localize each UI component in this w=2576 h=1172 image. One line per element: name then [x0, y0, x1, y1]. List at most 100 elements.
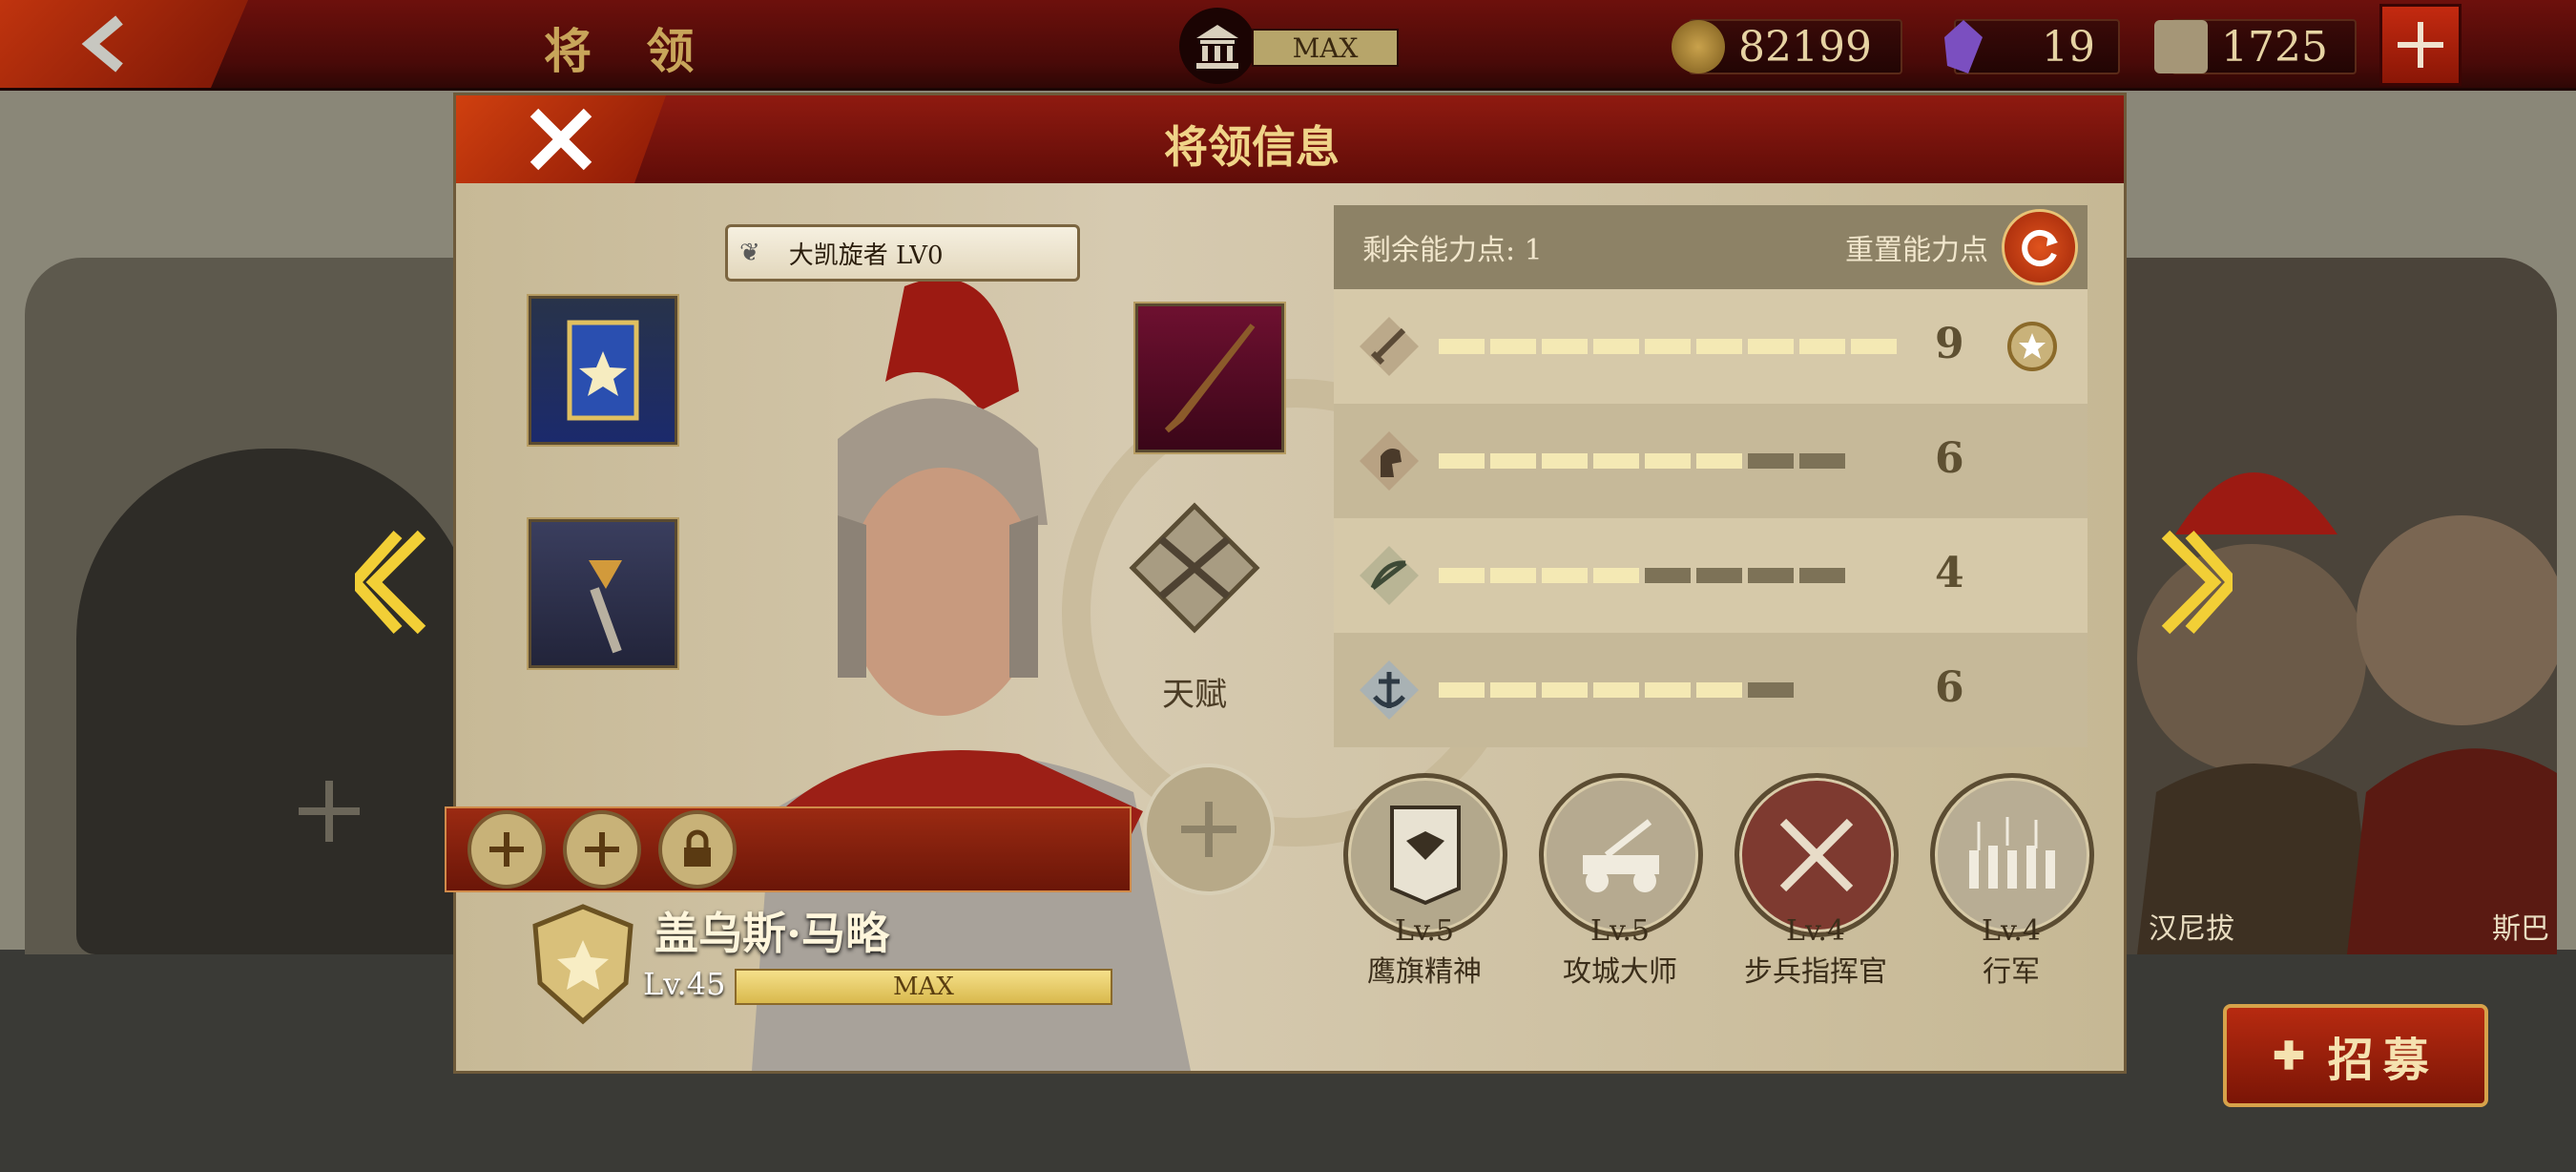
stat-segment	[1490, 339, 1536, 354]
stat-segment	[1593, 568, 1639, 583]
add-hero-icon[interactable]	[291, 773, 367, 853]
skill-march[interactable]: Lv.4 行军	[1930, 773, 2094, 990]
stat-row-archery: 4	[1334, 518, 2088, 633]
hero-name-hannibal[interactable]: 汉尼拔	[2149, 905, 2234, 947]
skill-level: Lv.4	[1982, 914, 2041, 948]
stat-segment	[1851, 339, 1897, 354]
stat-segment	[1645, 682, 1691, 698]
stat-segment	[1748, 453, 1794, 469]
rank-shield-icon	[530, 902, 635, 1026]
hero-level: Lv.45	[643, 966, 726, 1002]
stat-row-attack: 9	[1334, 289, 2088, 404]
add-resource-button[interactable]	[2379, 4, 2462, 86]
stat-segment	[1645, 568, 1691, 583]
gem-counter: 19	[1944, 19, 2120, 74]
weapon-equipment-slot[interactable]	[1135, 303, 1284, 452]
skill-infantry-commander[interactable]: Lv.4 步兵指挥官	[1735, 773, 1899, 990]
stat-segment	[1799, 339, 1845, 354]
add-skill-button[interactable]	[1143, 764, 1275, 895]
stat-segment	[1542, 453, 1588, 469]
stat-segment	[1542, 682, 1588, 698]
stat-segment	[1748, 682, 1794, 698]
stat-segment	[1593, 453, 1639, 469]
stat-segment	[1593, 339, 1639, 354]
catapult-icon	[1539, 773, 1703, 937]
slot-plus-icon[interactable]	[563, 810, 641, 889]
gem-icon	[1937, 20, 1990, 73]
skill-name: 鹰旗精神	[1367, 955, 1482, 989]
skill-level: Lv.5	[1395, 914, 1454, 948]
dialog-title: 将领信息	[1164, 121, 1340, 173]
stat-segment	[1490, 568, 1536, 583]
close-button[interactable]	[456, 95, 666, 183]
talent-button[interactable]	[1128, 501, 1261, 635]
title-badge[interactable]: ❦ 大凯旋者 LV0	[725, 224, 1080, 282]
stat-segment	[1490, 682, 1536, 698]
slot-plus-icon[interactable]	[467, 810, 546, 889]
building-level-bar: MAX	[1252, 29, 1399, 67]
back-arrow-icon	[81, 15, 123, 73]
spqr-banner-icon	[2154, 20, 2208, 73]
helmet-plus-icon: ✚	[2273, 1033, 2315, 1078]
stat-segment	[1593, 682, 1639, 698]
token-value: 1725	[2221, 22, 2328, 72]
stat-segment	[1490, 453, 1536, 469]
temple-icon	[1179, 8, 1256, 84]
stat-value: 4	[1935, 549, 1964, 597]
stat-segment	[1439, 453, 1485, 469]
skill-eagle-spirit[interactable]: Lv.5 鹰旗精神	[1343, 773, 1507, 990]
hero-name: 盖乌斯·马略	[654, 908, 890, 959]
back-button[interactable]	[0, 0, 248, 88]
banner-equipment-slot[interactable]	[529, 296, 677, 445]
sword-icon	[1353, 310, 1425, 383]
horse-icon	[1353, 425, 1425, 497]
stat-segment	[1696, 568, 1742, 583]
recruit-label: 招募	[2327, 1034, 2439, 1087]
plus-icon	[2398, 22, 2443, 68]
next-hero-arrow-icon[interactable]	[2156, 525, 2241, 639]
skill-siege-master[interactable]: Lv.5 攻城大师	[1539, 773, 1703, 990]
skill-name: 攻城大师	[1563, 955, 1677, 989]
reset-button[interactable]	[2002, 209, 2078, 285]
anchor-icon	[1353, 654, 1425, 726]
hero-name-spartacus[interactable]: 斯巴	[2492, 905, 2549, 947]
stat-segment	[1439, 682, 1485, 698]
stat-row-cavalry: 6	[1334, 404, 2088, 518]
talent-shield-icon	[1129, 502, 1260, 634]
ability-points-row: 剩余能力点: 1 重置能力点	[1334, 205, 2088, 289]
coin-counter: 82199	[1672, 19, 1902, 74]
stat-segment	[1439, 339, 1485, 354]
eagle-scepter-icon	[589, 560, 622, 654]
close-icon	[530, 108, 592, 171]
stat-segment	[1439, 568, 1485, 583]
stat-segment	[1645, 339, 1691, 354]
xp-bar: MAX	[735, 969, 1112, 1005]
stat-bar	[1439, 568, 1845, 583]
stat-segment	[1696, 453, 1742, 469]
slot-lock-icon[interactable]	[658, 810, 737, 889]
top-bar: 将 领 MAX 82199 19 1725	[0, 0, 2576, 91]
recruit-button[interactable]: ✚ 招募	[2223, 1004, 2488, 1107]
stat-segment	[1542, 568, 1588, 583]
page-title: 将 领	[544, 23, 714, 79]
stat-row-naval: 6	[1334, 633, 2088, 747]
stat-bar	[1439, 453, 1845, 469]
xp-label: MAX	[893, 973, 954, 1001]
coin-value: 82199	[1738, 22, 1872, 72]
stat-segment	[1799, 568, 1845, 583]
reset-points-label: 重置能力点	[1845, 234, 1988, 267]
scepter-equipment-slot[interactable]	[529, 519, 677, 668]
crossed-swords-icon	[1735, 773, 1899, 937]
stat-bar	[1439, 339, 1897, 354]
skill-name: 行军	[1983, 955, 2040, 989]
token-counter: 1725	[2154, 19, 2357, 74]
remaining-points-label: 剩余能力点: 1	[1362, 234, 1543, 267]
skill-level: Lv.5	[1590, 914, 1650, 948]
stat-segment	[1748, 568, 1794, 583]
dagger-icon	[1164, 324, 1256, 433]
stat-segment	[1696, 682, 1742, 698]
prev-hero-arrow-icon[interactable]	[346, 525, 431, 639]
stat-segment	[1645, 453, 1691, 469]
laurel-star-medal-icon	[1992, 306, 2072, 390]
stat-bar	[1439, 682, 1794, 698]
